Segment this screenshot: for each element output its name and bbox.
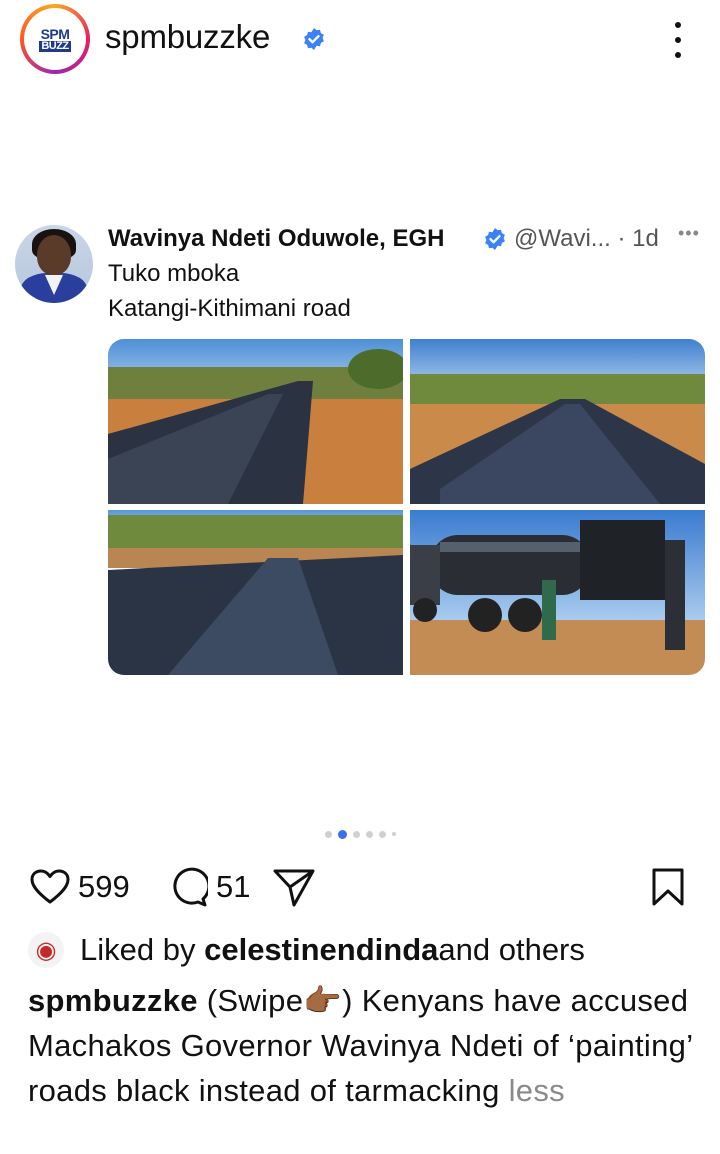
tweet-text-line-2: Katangi-Kithimani road	[108, 295, 351, 322]
liked-by-suffix: and others	[438, 932, 585, 967]
like-count: 599	[78, 869, 130, 904]
tweet-photo-road-2	[410, 339, 705, 504]
carousel-dot-active	[337, 829, 347, 839]
more-options-icon[interactable]	[668, 22, 688, 58]
post-action-bar: 599 51	[0, 862, 720, 912]
bookmark-icon[interactable]	[650, 867, 686, 907]
share-icon[interactable]	[272, 867, 316, 907]
tweet-photo-road-3	[108, 510, 403, 675]
tweet-photo-grid	[108, 339, 705, 675]
caption-author[interactable]: spmbuzzke	[28, 983, 198, 1018]
carousel-dot	[352, 830, 360, 838]
carousel-dot	[378, 830, 386, 838]
tweet-more-icon: •••	[678, 223, 700, 243]
post-header: SPM BUZZ spmbuzzke	[0, 0, 720, 80]
comment-icon[interactable]	[168, 867, 208, 907]
bookmark-action[interactable]	[650, 862, 686, 912]
spm-buzz-logo: SPM BUZZ	[35, 22, 75, 56]
logo-top-text: SPM	[40, 25, 70, 42]
tweet-photo-road-1	[108, 339, 403, 504]
tweet-author-handle: @Wavi... · 1d	[514, 225, 659, 252]
tweet-author-name: Wavinya Ndeti Oduwole, EGH	[108, 225, 445, 252]
tweet-author-avatar	[15, 225, 93, 303]
tweet-verified-badge-icon	[485, 228, 505, 250]
account-avatar-inner: SPM BUZZ	[24, 8, 86, 70]
liked-by-prefix: Liked by	[80, 932, 196, 967]
liked-by-row[interactable]: ◉ Liked by celestinendinda and others	[28, 930, 585, 970]
caption-less-link[interactable]: less	[500, 1073, 565, 1108]
tweet-text-line-1: Tuko mboka	[108, 260, 240, 287]
logo-bottom-text: BUZZ	[39, 39, 71, 52]
account-avatar[interactable]: SPM BUZZ	[20, 4, 90, 74]
carousel-dot	[365, 830, 373, 838]
verified-badge-icon	[304, 28, 324, 50]
carousel-indicator	[0, 828, 720, 840]
comment-action[interactable]: 51	[168, 862, 250, 912]
like-action[interactable]: 599	[30, 862, 130, 912]
liker-avatar: ◉	[28, 932, 64, 968]
post-caption: spmbuzzke (Swipe👉🏾) Kenyans have accused…	[28, 978, 698, 1113]
tweet-photo-tanker-truck	[410, 510, 705, 675]
liked-by-user[interactable]: celestinendinda	[204, 932, 438, 968]
share-action[interactable]	[272, 862, 316, 912]
carousel-dot	[391, 832, 396, 836]
carousel-dot	[324, 830, 332, 838]
account-username[interactable]: spmbuzzke	[105, 18, 270, 56]
comment-count: 51	[216, 869, 251, 904]
embedded-tweet: Wavinya Ndeti Oduwole, EGH @Wavi... · 1d…	[0, 215, 720, 685]
heart-icon[interactable]	[30, 869, 70, 905]
